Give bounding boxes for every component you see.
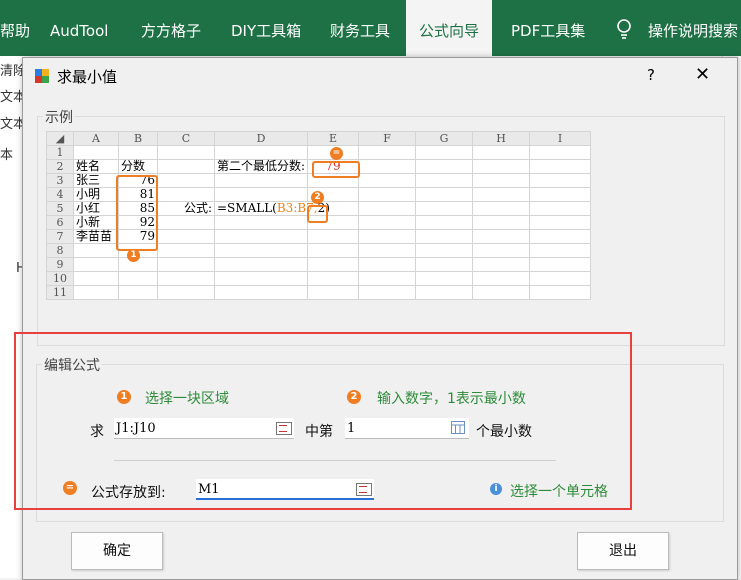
badge-two: 2 <box>311 191 324 204</box>
formula-label: 公式: <box>157 201 215 216</box>
col-header: A <box>73 131 119 146</box>
col-header: D <box>213 131 309 146</box>
row-header: 6 <box>46 215 74 230</box>
bg-text: 本 <box>0 148 14 163</box>
formula-cell: =SMALL(B3:B7,2) <box>213 201 360 216</box>
ok-button[interactable]: 确定 <box>71 532 163 570</box>
col-header: G <box>415 131 474 146</box>
formula-prefix: =SMALL( <box>217 201 277 215</box>
tab-diy-toolbox[interactable]: DIY工具箱 <box>231 0 301 56</box>
tab-tell-me[interactable]: 操作说明搜索 <box>648 0 738 56</box>
lightbulb-icon <box>617 19 631 39</box>
row-header: 8 <box>46 243 74 258</box>
col-header: C <box>157 131 215 146</box>
row-header: 5 <box>46 201 74 216</box>
col-header: E <box>307 131 360 146</box>
name-cell: 小明 <box>73 187 119 202</box>
name-cell: 小红 <box>73 201 119 216</box>
help-button[interactable]: ? <box>647 66 655 84</box>
col-header: I <box>529 131 592 146</box>
row-header: 7 <box>46 229 74 244</box>
name-cell: 小新 <box>73 215 119 230</box>
close-button[interactable]: ✕ <box>695 64 710 85</box>
names-header-cell: 姓名 <box>73 159 119 174</box>
name-cell: 张三 <box>73 173 119 188</box>
range-highlight <box>116 175 158 251</box>
tab-finance-tools[interactable]: 财务工具 <box>330 0 390 56</box>
tab-audtool[interactable]: AudTool <box>50 0 108 56</box>
badge-one: 1 <box>127 249 140 262</box>
k-highlight <box>307 205 328 223</box>
dialog-title: 求最小值 <box>57 68 118 86</box>
ribbon: 帮助 AudTool 方方格子 DIY工具箱 财务工具 公式向导 PDF工具集 … <box>0 0 741 56</box>
corner-cell: ◢ <box>46 131 74 146</box>
tab-help[interactable]: 帮助 <box>0 0 30 56</box>
name-cell: 李苗苗 <box>73 229 119 244</box>
row-header: 1 <box>46 145 74 160</box>
badge-equals: = <box>330 147 343 160</box>
annotation-frame <box>14 332 632 510</box>
row-header: 9 <box>46 257 74 272</box>
row-header: 4 <box>46 187 74 202</box>
second-lowest-label: 第二个最低分数: <box>213 159 309 174</box>
row-header: 2 <box>46 159 74 174</box>
tab-formula-wizard[interactable]: 公式向导 <box>406 0 492 56</box>
tab-pdf-tools[interactable]: PDF工具集 <box>511 0 585 56</box>
row-header: 3 <box>46 173 74 188</box>
tab-fangfang[interactable]: 方方格子 <box>141 0 201 56</box>
col-header: B <box>118 131 158 146</box>
exit-button[interactable]: 退出 <box>577 532 669 570</box>
row-header: 11 <box>46 285 74 300</box>
example-group-title: 示例 <box>43 107 75 127</box>
result-highlight <box>312 161 360 178</box>
col-header: F <box>358 131 417 146</box>
row-header: 10 <box>46 271 74 286</box>
col-header: H <box>472 131 531 146</box>
scores-header-cell: 分数 <box>118 159 158 174</box>
app-icon <box>35 69 49 83</box>
